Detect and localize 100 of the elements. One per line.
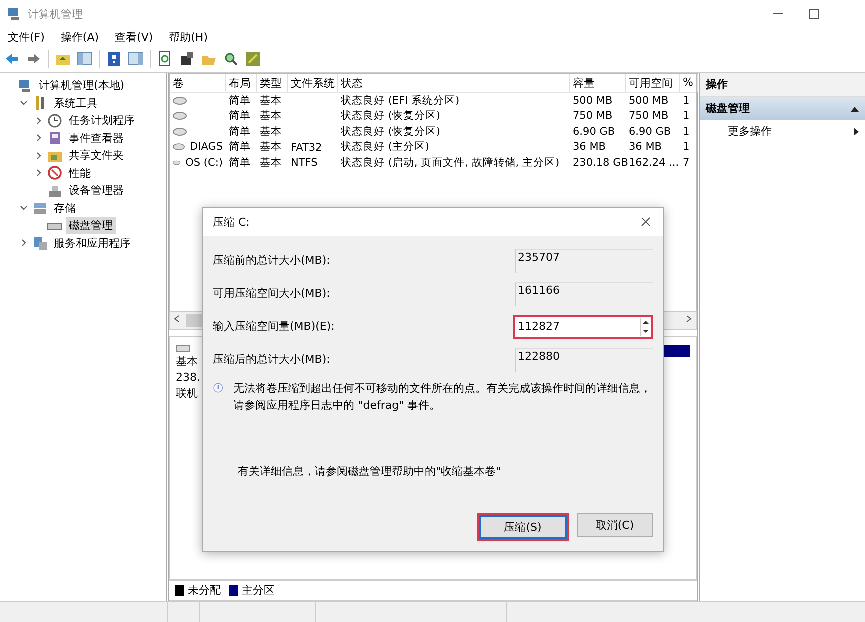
pane-icon (128, 51, 144, 67)
table-cell-text: 230.18 GB (572, 156, 626, 169)
legend-label: 主分区 (242, 582, 275, 598)
disk-info: 基本 (176, 354, 198, 369)
chevron-down-icon[interactable] (20, 204, 28, 212)
log-icon (47, 130, 63, 146)
table-cell-text: 基本 (259, 140, 283, 154)
help-text: 有关详细信息，请参阅磁盘管理帮助中的"收缩基本卷" (237, 464, 502, 479)
pane-icon (77, 51, 93, 67)
menu-item[interactable]: 查看(V) (115, 30, 154, 44)
spin-field[interactable]: 112827 (513, 314, 653, 338)
readonly-field: 235707 (515, 248, 653, 272)
tree-item[interactable]: 任务计划程序 (66, 112, 138, 130)
window-title: 计算机管理 (28, 6, 83, 22)
readonly-field: 161166 (515, 282, 653, 306)
partition-bar (662, 344, 690, 357)
disk-icon (173, 128, 187, 136)
table-cell-text: 7 (682, 156, 691, 169)
tree-item[interactable]: 服务和应用程序 (51, 234, 134, 252)
menu-item[interactable]: 文件(F) (8, 30, 45, 44)
field-label: 可用压缩空间大小(MB): (213, 286, 330, 301)
chevron-down-icon[interactable] (20, 99, 28, 108)
column-header[interactable]: 布局 (226, 74, 257, 92)
column-header[interactable]: 类型 (257, 74, 288, 92)
table-cell-text: 基本 (259, 94, 283, 108)
tree-item[interactable]: 存储 (51, 200, 79, 217)
field-label: 压缩前的总计大小(MB): (213, 253, 330, 268)
table-cell-text: 状态良好 (启动, 页面文件, 故障转储, 主分区) (340, 156, 561, 170)
menu-item[interactable]: 操作(A) (60, 30, 100, 44)
field-label: 压缩后的总计大小(MB): (213, 352, 330, 367)
forward-arrow-icon (26, 51, 42, 67)
magnifier-icon (223, 51, 239, 67)
chevron-right-icon[interactable] (35, 134, 43, 142)
action-section[interactable]: 磁盘管理 (700, 97, 865, 120)
table-cell-text: OS (C:) (184, 156, 224, 169)
disk-icon (173, 158, 181, 167)
table-cell-text: 1 (682, 141, 691, 154)
disk-info: 联机 (176, 386, 198, 401)
table-cell-text: 1 (682, 126, 691, 138)
table-cell-text: NTFS (290, 157, 319, 170)
dialog-title: 压缩 C: (213, 214, 250, 230)
table-cell-text: 6.90 GB (572, 126, 616, 138)
tree-item[interactable]: 事件查看器 (66, 130, 127, 147)
table-cell-text: 状态良好 (恢复分区) (340, 124, 442, 139)
info-message: 无法将卷压缩到超出任何不可移动的文件所在的点。有关完成该操作时间的详细信息，请参阅应用程序日志中的 "defrag" 事件。 (234, 381, 653, 414)
tree-item[interactable]: 系统工具 (51, 94, 101, 112)
table-cell-text: 状态良好 (恢复分区) (340, 109, 442, 124)
menu-item[interactable]: 帮助(H) (169, 30, 208, 44)
dialog-button[interactable]: 取消(C) (577, 513, 653, 537)
app-icon (6, 6, 22, 22)
disk-icon (173, 112, 187, 120)
table-cell-text: 36 MB (628, 141, 663, 154)
readonly-field: 122880 (515, 348, 653, 372)
column-header[interactable]: % (680, 74, 698, 92)
table-cell-text: FAT32 (290, 142, 324, 154)
collapse-triangle-icon (851, 106, 859, 112)
table-cell-text: 基本 (259, 156, 283, 170)
computer-icon (17, 78, 33, 94)
actions-header: 操作 (700, 73, 865, 97)
chevron-right-icon[interactable] (35, 169, 43, 178)
table-cell-text: 500 MB (572, 94, 614, 107)
submenu-arrow-icon (854, 128, 859, 136)
table-cell-text: 750 MB (628, 110, 670, 122)
dialog-button[interactable]: 压缩(S) (477, 513, 569, 541)
table-cell-text: 750 MB (572, 110, 614, 122)
action-item[interactable]: 更多操作 (700, 120, 865, 143)
tree-item[interactable]: 共享文件夹 (66, 147, 127, 164)
tree-item[interactable]: 磁盘管理 (66, 217, 116, 234)
close-icon[interactable] (639, 215, 653, 229)
column-header[interactable]: 状态 (338, 74, 570, 92)
table-cell-text: 1 (682, 94, 691, 107)
chevron-right-icon[interactable] (35, 116, 43, 125)
table-cell-text: 基本 (259, 109, 283, 124)
table-cell-text: DIAGS (189, 141, 224, 154)
column-header[interactable]: 卷 (170, 74, 226, 92)
storage-icon (32, 200, 48, 216)
column-header[interactable]: 容量 (570, 74, 626, 92)
help-icon (106, 51, 122, 67)
table-cell-text: 1 (682, 110, 691, 122)
table-cell-text: 简单 (228, 94, 252, 108)
tree-item[interactable]: 性能 (66, 164, 94, 182)
column-header[interactable]: 可用空间 (626, 74, 680, 92)
table-cell-text: 500 MB (628, 94, 670, 107)
maximize-icon[interactable] (809, 9, 819, 19)
table-cell-text: 基本 (259, 124, 283, 139)
table-cell-text: 状态良好 (EFI 系统分区) (340, 94, 461, 108)
table-cell-text: 简单 (228, 156, 252, 170)
table-cell-text: 简单 (228, 124, 252, 139)
table-cell-text: 状态良好 (主分区) (340, 140, 431, 154)
tree-item[interactable]: 计算机管理(本地) (36, 77, 128, 94)
chevron-right-icon[interactable] (35, 152, 43, 160)
disk-info: 238. (176, 370, 200, 385)
table-cell-text: 162.24 ... (628, 156, 680, 169)
chevron-right-icon[interactable] (20, 239, 28, 248)
table-cell-text: 简单 (228, 109, 252, 124)
tree-item[interactable]: 设备管理器 (66, 182, 127, 200)
table-cell-text: 简单 (228, 140, 252, 154)
legend-label: 未分配 (188, 582, 221, 598)
disk-icon (173, 143, 186, 152)
column-header[interactable]: 文件系统 (288, 74, 338, 92)
